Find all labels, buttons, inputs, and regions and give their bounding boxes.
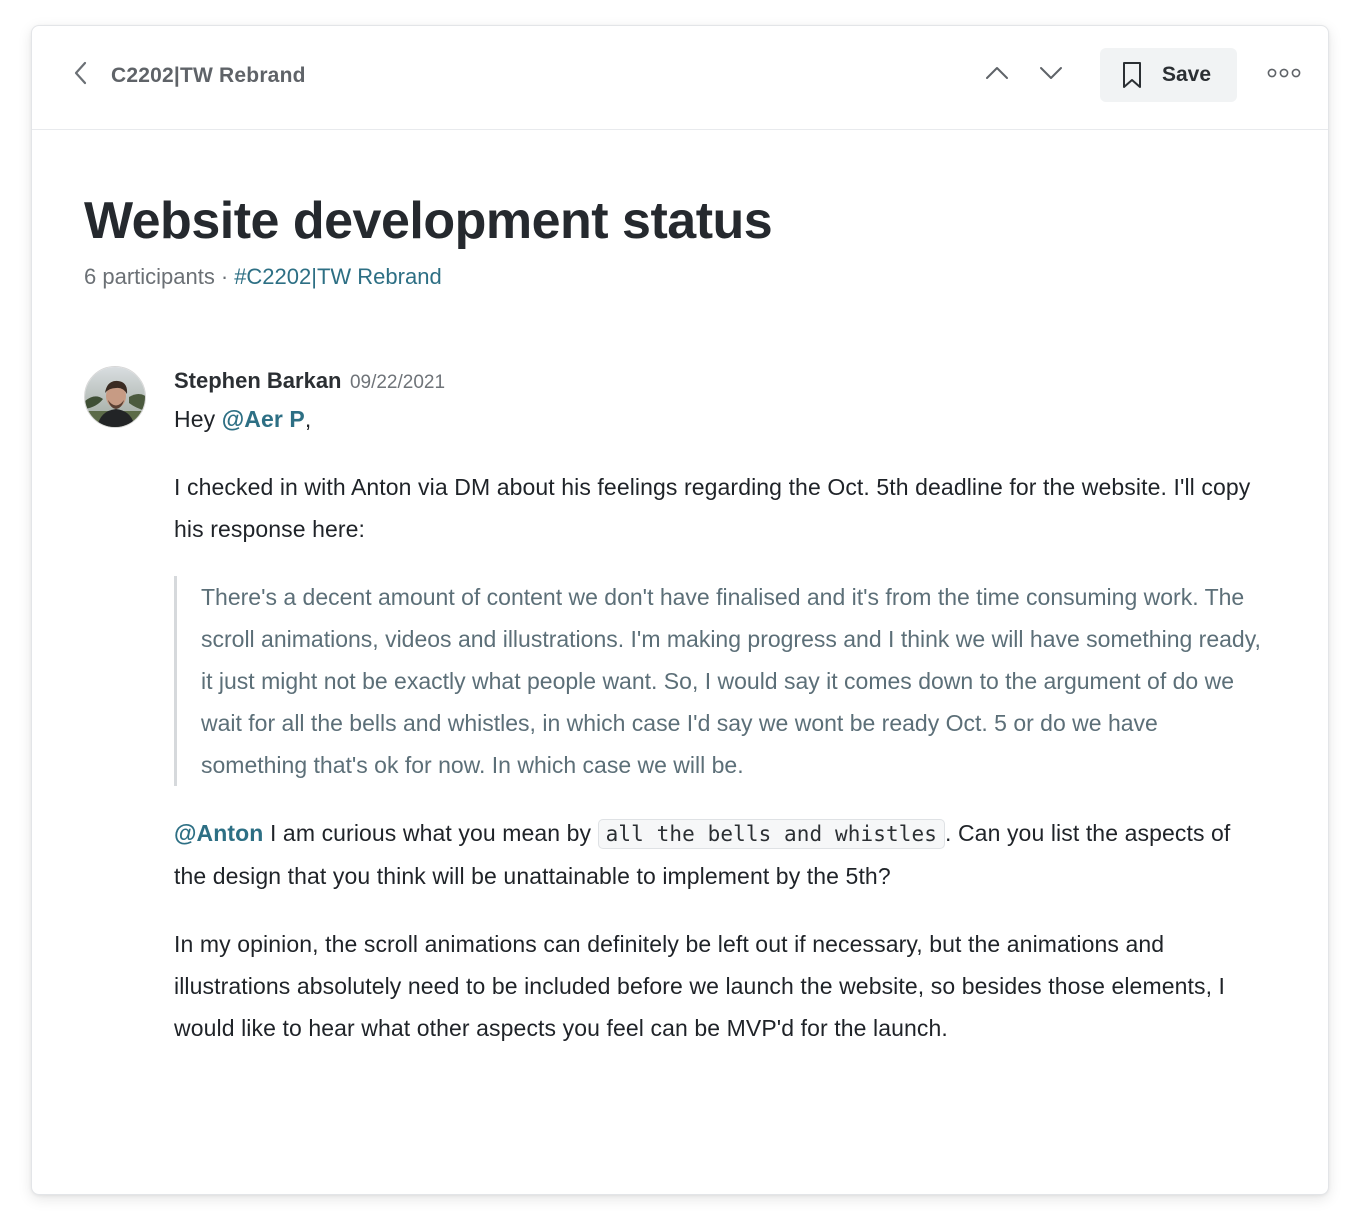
avatar[interactable] xyxy=(84,366,146,428)
meta-separator: · xyxy=(220,264,229,289)
participants-count: 6 participants xyxy=(84,264,215,289)
thread-title: Website development status xyxy=(84,192,773,250)
back-button[interactable] xyxy=(68,61,94,90)
more-horizontal-icon xyxy=(1267,66,1301,84)
greeting: Hey @Aer P, xyxy=(174,398,1264,440)
more-options-button[interactable] xyxy=(1266,64,1302,86)
paragraph-4: In my opinion, the scroll animations can… xyxy=(174,931,1226,1041)
message-header: Stephen Barkan 09/22/2021 xyxy=(174,364,1264,398)
chevron-left-icon xyxy=(73,61,89,90)
chevron-down-icon xyxy=(1039,65,1063,86)
mention-aer-p[interactable]: @Aer P xyxy=(222,406,305,432)
message-date: 09/22/2021 xyxy=(349,372,446,393)
save-button[interactable]: Save xyxy=(1100,48,1237,102)
previous-thread-button[interactable] xyxy=(982,62,1012,88)
save-label: Save xyxy=(1162,63,1212,86)
next-thread-button[interactable] xyxy=(1036,62,1066,88)
author-name[interactable]: Stephen Barkan xyxy=(174,368,342,393)
mention-anton[interactable]: @Anton xyxy=(174,820,263,846)
greeting-prefix: Hey xyxy=(174,406,222,432)
channel-name[interactable]: C2202|TW Rebrand xyxy=(111,62,306,90)
message-body: Stephen Barkan 09/22/2021 Hey @Aer P, I … xyxy=(174,364,1264,1049)
channel-link[interactable]: #C2202|TW Rebrand xyxy=(234,264,442,289)
para3-text-a: I am curious what you mean by xyxy=(263,820,598,846)
top-bar: C2202|TW Rebrand Save xyxy=(32,26,1328,130)
chevron-up-icon xyxy=(985,65,1009,86)
paragraph-3: @Anton I am curious what you mean by all… xyxy=(174,812,1264,897)
inline-code: all the bells and whistles xyxy=(597,819,945,849)
paragraph-1: I checked in with Anton via DM about his… xyxy=(174,474,1251,542)
greeting-suffix: , xyxy=(304,406,312,432)
thread-window: C2202|TW Rebrand Save Website developmen… xyxy=(31,25,1329,1195)
bookmark-icon xyxy=(1120,60,1144,90)
blockquote: There's a decent amount of content we do… xyxy=(174,576,1264,786)
thread-meta: 6 participants · #C2202|TW Rebrand xyxy=(84,262,442,292)
